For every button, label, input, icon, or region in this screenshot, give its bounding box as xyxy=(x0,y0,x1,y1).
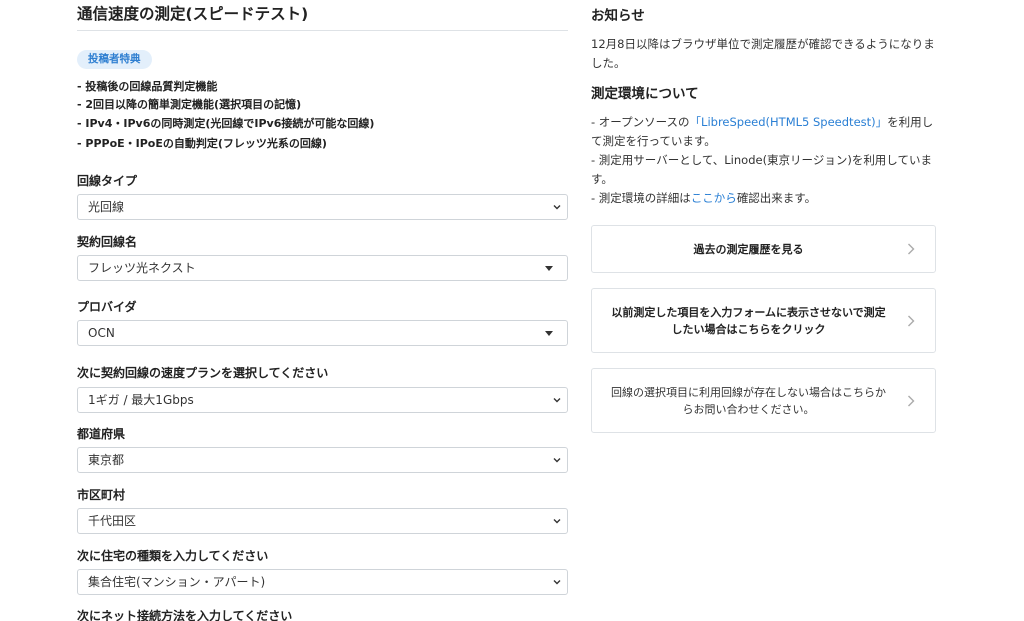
provider-label: プロバイダ xyxy=(77,300,137,314)
line-type-select[interactable]: 光回線 xyxy=(77,194,568,220)
chevron-right-icon xyxy=(908,395,915,406)
page-title: 通信速度の測定(スピードテスト) xyxy=(77,5,309,23)
city-value: 千代田区 xyxy=(88,514,137,528)
provider-value: OCN xyxy=(88,326,115,340)
connection-method-label: 次にネット接続方法を入力してください xyxy=(77,609,293,621)
line-type-label: 回線タイプ xyxy=(77,174,138,188)
environment-text: - オープンソースの xyxy=(591,115,690,129)
benefit-item: - 2回目以降の簡単測定機能(選択項目の記憶) xyxy=(77,98,302,111)
speed-plan-label: 次に契約回線の速度プランを選択してください xyxy=(77,366,329,380)
environment-text: - 測定用サーバーとして、Linode(東京リージョン)を利用しています。 xyxy=(591,153,932,186)
chevron-right-icon xyxy=(908,315,915,326)
chevron-down-icon xyxy=(553,458,561,463)
housing-type-value: 集合住宅(マンション・アパート) xyxy=(88,575,266,589)
history-button[interactable]: 過去の測定履歴を見る xyxy=(591,225,936,273)
chevron-down-icon xyxy=(553,580,561,585)
contract-line-select[interactable]: フレッツ光ネクスト xyxy=(77,255,568,281)
benefit-item: - IPv4・IPv6の同時測定(光回線でIPv6接続が可能な回線) xyxy=(77,117,375,130)
speed-plan-value: 1ギガ / 最大1Gbps xyxy=(88,393,194,407)
environment-heading: 測定環境について xyxy=(591,86,699,102)
housing-type-select[interactable]: 集合住宅(マンション・アパート) xyxy=(77,569,568,595)
hide-previous-items-label: 以前測定した項目を入力フォームに表示させないで測定したい場合はこちらをクリック xyxy=(611,305,886,336)
history-button-label: 過去の測定履歴を見る xyxy=(693,242,804,256)
housing-type-label: 次に住宅の種類を入力してください xyxy=(77,549,269,563)
contributor-benefit-badge: 投稿者特典 xyxy=(77,50,152,69)
prefecture-value: 東京都 xyxy=(88,453,125,467)
hide-previous-items-button[interactable]: 以前測定した項目を入力フォームに表示させないで測定したい場合はこちらをクリック xyxy=(591,288,936,353)
city-label: 市区町村 xyxy=(77,488,126,502)
benefit-item: - PPPoE・IPoEの自動判定(フレッツ光系の回線) xyxy=(77,137,327,150)
notice-heading: お知らせ xyxy=(591,8,645,24)
environment-text: 確認出来ます。 xyxy=(736,191,817,205)
city-select[interactable]: 千代田区 xyxy=(77,508,568,534)
contract-line-value: フレッツ光ネクスト xyxy=(88,261,196,275)
contract-line-label: 契約回線名 xyxy=(77,235,138,249)
chevron-down-icon xyxy=(553,519,561,524)
contact-button[interactable]: 回線の選択項目に利用回線が存在しない場合はこちらからお問い合わせください。 xyxy=(591,368,936,433)
title-divider xyxy=(77,30,568,31)
contact-button-label: 回線の選択項目に利用回線が存在しない場合はこちらからお問い合わせください。 xyxy=(611,385,886,416)
chevron-right-icon xyxy=(908,243,915,255)
notice-text: 12月8日以降はブラウザ単位で測定履歴が確認できるようになりました。 xyxy=(591,37,935,70)
environment-details-link[interactable]: ここから xyxy=(691,191,737,205)
line-type-value: 光回線 xyxy=(88,200,125,214)
environment-description: - オープンソースの「LibreSpeed(HTML5 Speedtest)」を… xyxy=(591,113,936,208)
caret-down-icon xyxy=(545,331,553,336)
prefecture-label: 都道府県 xyxy=(77,427,126,441)
librespeed-link[interactable]: 「LibreSpeed(HTML5 Speedtest)」 xyxy=(690,115,888,129)
chevron-down-icon xyxy=(553,398,561,403)
prefecture-select[interactable]: 東京都 xyxy=(77,447,568,473)
caret-down-icon xyxy=(545,266,553,271)
chevron-down-icon xyxy=(553,205,561,210)
benefit-item: - 投稿後の回線品質判定機能 xyxy=(77,80,218,93)
provider-select[interactable]: OCN xyxy=(77,320,568,346)
environment-text: - 測定環境の詳細は xyxy=(591,191,691,205)
speed-plan-select[interactable]: 1ギガ / 最大1Gbps xyxy=(77,387,568,413)
